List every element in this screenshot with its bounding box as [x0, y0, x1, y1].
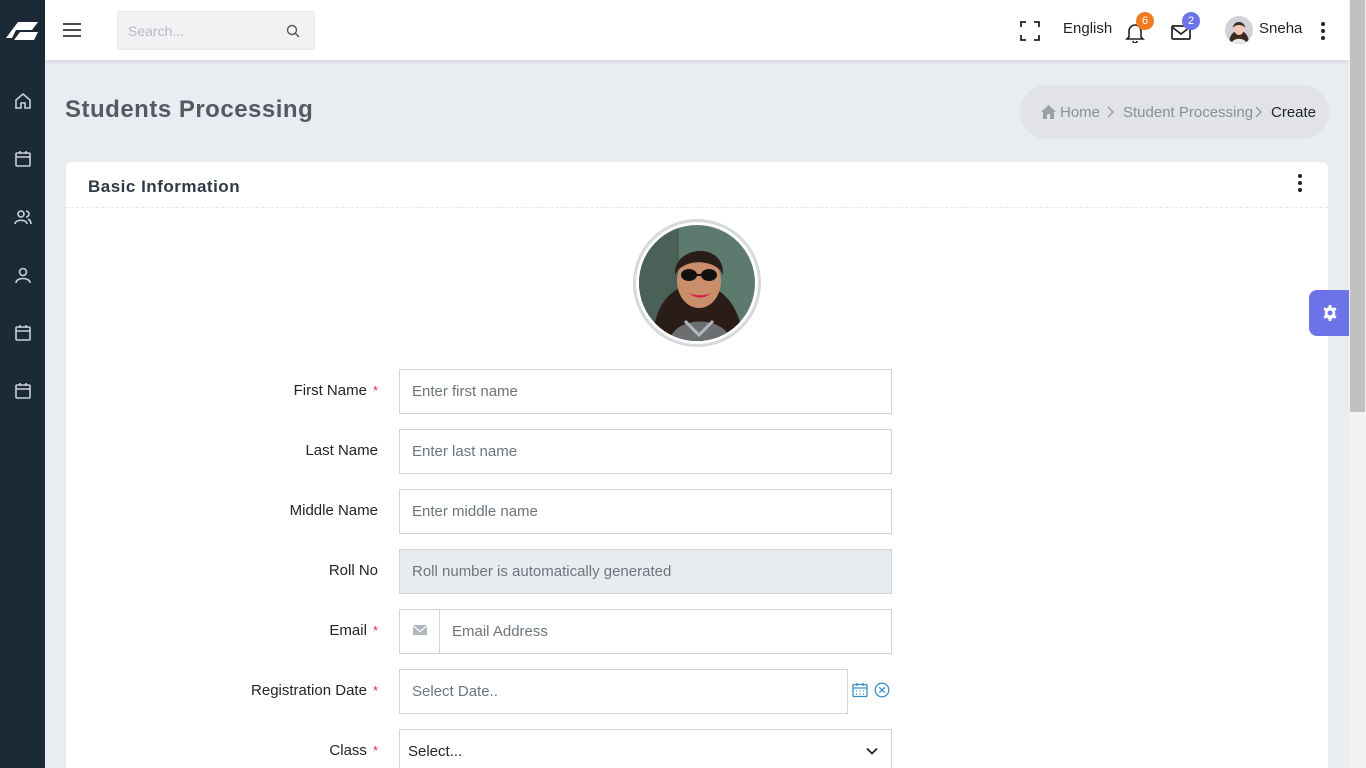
class-label: Class * [329, 742, 378, 759]
email-input[interactable] [400, 610, 891, 653]
registration-date-input[interactable] [400, 670, 847, 713]
first-name-label: First Name * [293, 382, 378, 399]
fullscreen-icon[interactable] [1020, 21, 1040, 41]
clear-icon[interactable] [874, 682, 890, 698]
more-vertical-icon[interactable] [1292, 172, 1308, 194]
menu-icon[interactable] [62, 20, 82, 40]
user-icon[interactable] [13, 265, 33, 285]
breadcrumb-create: Create [1271, 104, 1317, 121]
breadcrumb-home[interactable]: Home [1060, 104, 1100, 121]
gear-icon [1323, 305, 1337, 321]
breadcrumb: Home Student Processing Create [1020, 85, 1329, 139]
sidebar [0, 0, 45, 768]
chevron-right-icon [1107, 106, 1115, 118]
app-logo[interactable] [4, 16, 40, 44]
user-name[interactable]: Sneha [1259, 20, 1302, 37]
search-box [117, 11, 315, 50]
profile-photo[interactable] [633, 219, 761, 347]
roll-no-field [399, 549, 892, 594]
last-name-label: Last Name [305, 442, 378, 459]
search-icon[interactable] [286, 24, 300, 38]
scrollbar-thumb[interactable] [1350, 0, 1365, 412]
avatar[interactable] [1225, 16, 1253, 44]
first-name-field [399, 369, 892, 414]
envelope-icon [413, 625, 427, 635]
calendar-icon[interactable] [852, 682, 868, 698]
settings-button[interactable] [1309, 290, 1349, 336]
notifications-badge: 6 [1136, 12, 1154, 30]
class-select-value: Select... [408, 743, 463, 760]
users-icon[interactable] [13, 207, 33, 227]
card-header: Basic Information [66, 162, 1328, 208]
registration-date-field [399, 669, 848, 714]
middle-name-input[interactable] [400, 490, 891, 533]
first-name-input[interactable] [400, 370, 891, 413]
class-select[interactable]: Select... [399, 729, 892, 768]
breadcrumb-student-processing[interactable]: Student Processing [1123, 104, 1253, 121]
chevron-down-icon [866, 747, 878, 755]
email-field [399, 609, 892, 654]
roll-no-input [400, 550, 891, 593]
topbar: English 6 2 Sneha [45, 0, 1349, 60]
email-addon [400, 610, 440, 653]
calendar-icon[interactable] [13, 149, 33, 169]
search-input[interactable] [128, 21, 278, 41]
more-vertical-icon[interactable] [1315, 20, 1331, 42]
basic-information-card: Basic Information First Name* Last Name [66, 162, 1328, 768]
chevron-right-icon [1255, 106, 1263, 118]
email-label: Email * [329, 622, 378, 639]
home-icon[interactable] [1040, 104, 1057, 120]
middle-name-field [399, 489, 892, 534]
language-selector[interactable]: English [1063, 20, 1112, 37]
middle-name-label: Middle Name [289, 502, 378, 519]
last-name-field [399, 429, 892, 474]
card-title: Basic Information [88, 177, 241, 196]
messages-badge: 2 [1182, 12, 1200, 30]
registration-date-label: Registration Date * [251, 682, 378, 699]
calendar-icon[interactable] [13, 381, 33, 401]
last-name-input[interactable] [400, 430, 891, 473]
page-title: Students Processing [65, 96, 314, 123]
calendar-icon[interactable] [13, 323, 33, 343]
home-icon[interactable] [13, 91, 33, 111]
roll-no-label: Roll No [328, 562, 378, 579]
